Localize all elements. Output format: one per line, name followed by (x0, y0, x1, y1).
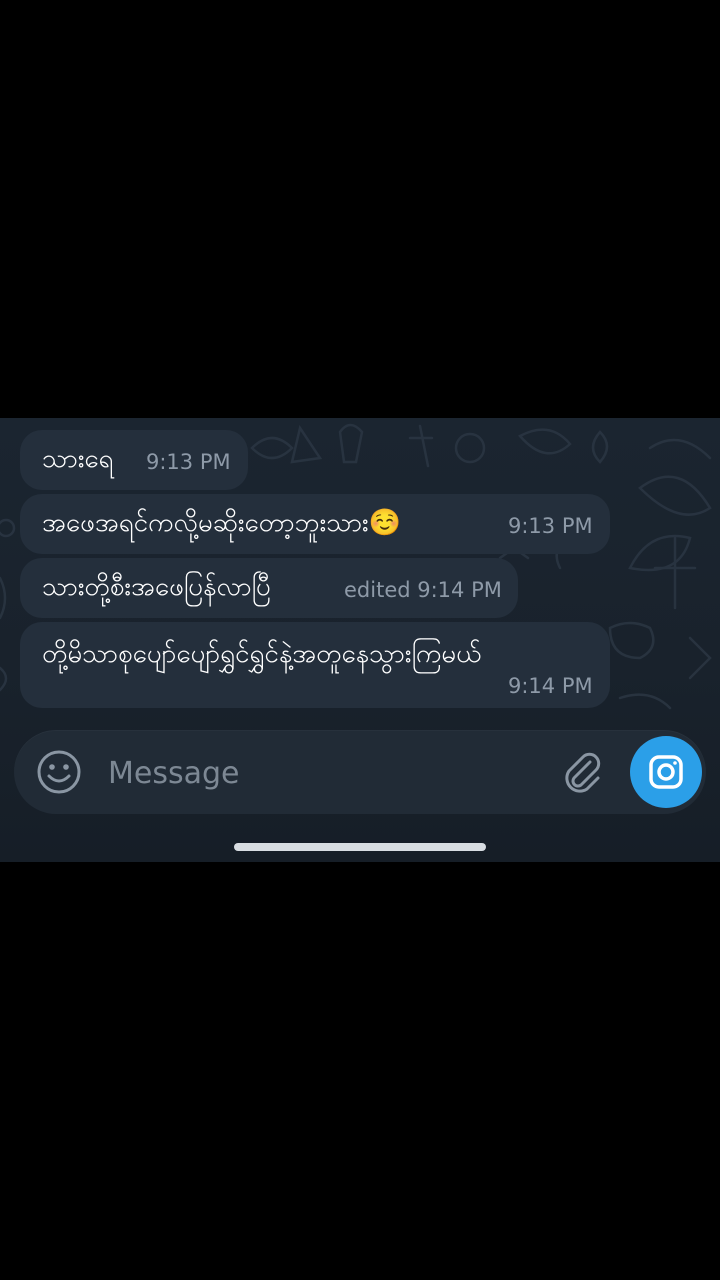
message-text: သားတို့စီးအဖေပြန်လာပြီ (42, 572, 271, 602)
camera-button[interactable] (630, 736, 702, 808)
home-indicator[interactable] (234, 843, 486, 851)
message-bubble[interactable]: တို့မိသာစုပျော်ပျော်ရွှင်ရွှင်နဲ့အတူနေသွ… (20, 622, 610, 708)
smiley-face-icon[interactable] (36, 749, 82, 795)
message-timestamp: 9:13 PM (146, 450, 231, 474)
chat-screen: သားရေ 9:13 PM အဖေအရင်ကလို့မဆိုးတော့ဘူးသာ… (0, 418, 720, 862)
message-text-body: အဖေအရင်ကလို့မဆိုးတော့ဘူးသား (42, 508, 369, 538)
message-timestamp: 9:13 PM (508, 514, 593, 538)
message-bubble[interactable]: သားတို့စီးအဖေပြန်လာပြီ edited 9:14 PM (20, 558, 518, 618)
message-input[interactable] (106, 744, 540, 802)
message-composer (14, 730, 706, 814)
message-text: အဖေအရင်ကလို့မဆိုးတော့ဘူးသား☺️ (42, 507, 401, 539)
message-text: သားရေ (42, 444, 114, 474)
message-bubble[interactable]: သားရေ 9:13 PM (20, 430, 248, 490)
relieved-face-emoji-icon: ☺️ (368, 508, 402, 538)
message-text: တို့မိသာစုပျော်ပျော်ရွှင်ရွှင်နဲ့အတူနေသွ… (42, 639, 482, 669)
message-edited-timestamp: edited 9:14 PM (344, 578, 502, 602)
message-timestamp: 9:14 PM (508, 674, 593, 698)
letterbox-top (0, 0, 720, 418)
camera-icon (649, 755, 683, 789)
paperclip-icon[interactable] (560, 750, 604, 794)
letterbox-bottom (0, 862, 720, 1280)
message-bubble[interactable]: အဖေအရင်ကလို့မဆိုးတော့ဘူးသား☺️ 9:13 PM (20, 494, 610, 554)
